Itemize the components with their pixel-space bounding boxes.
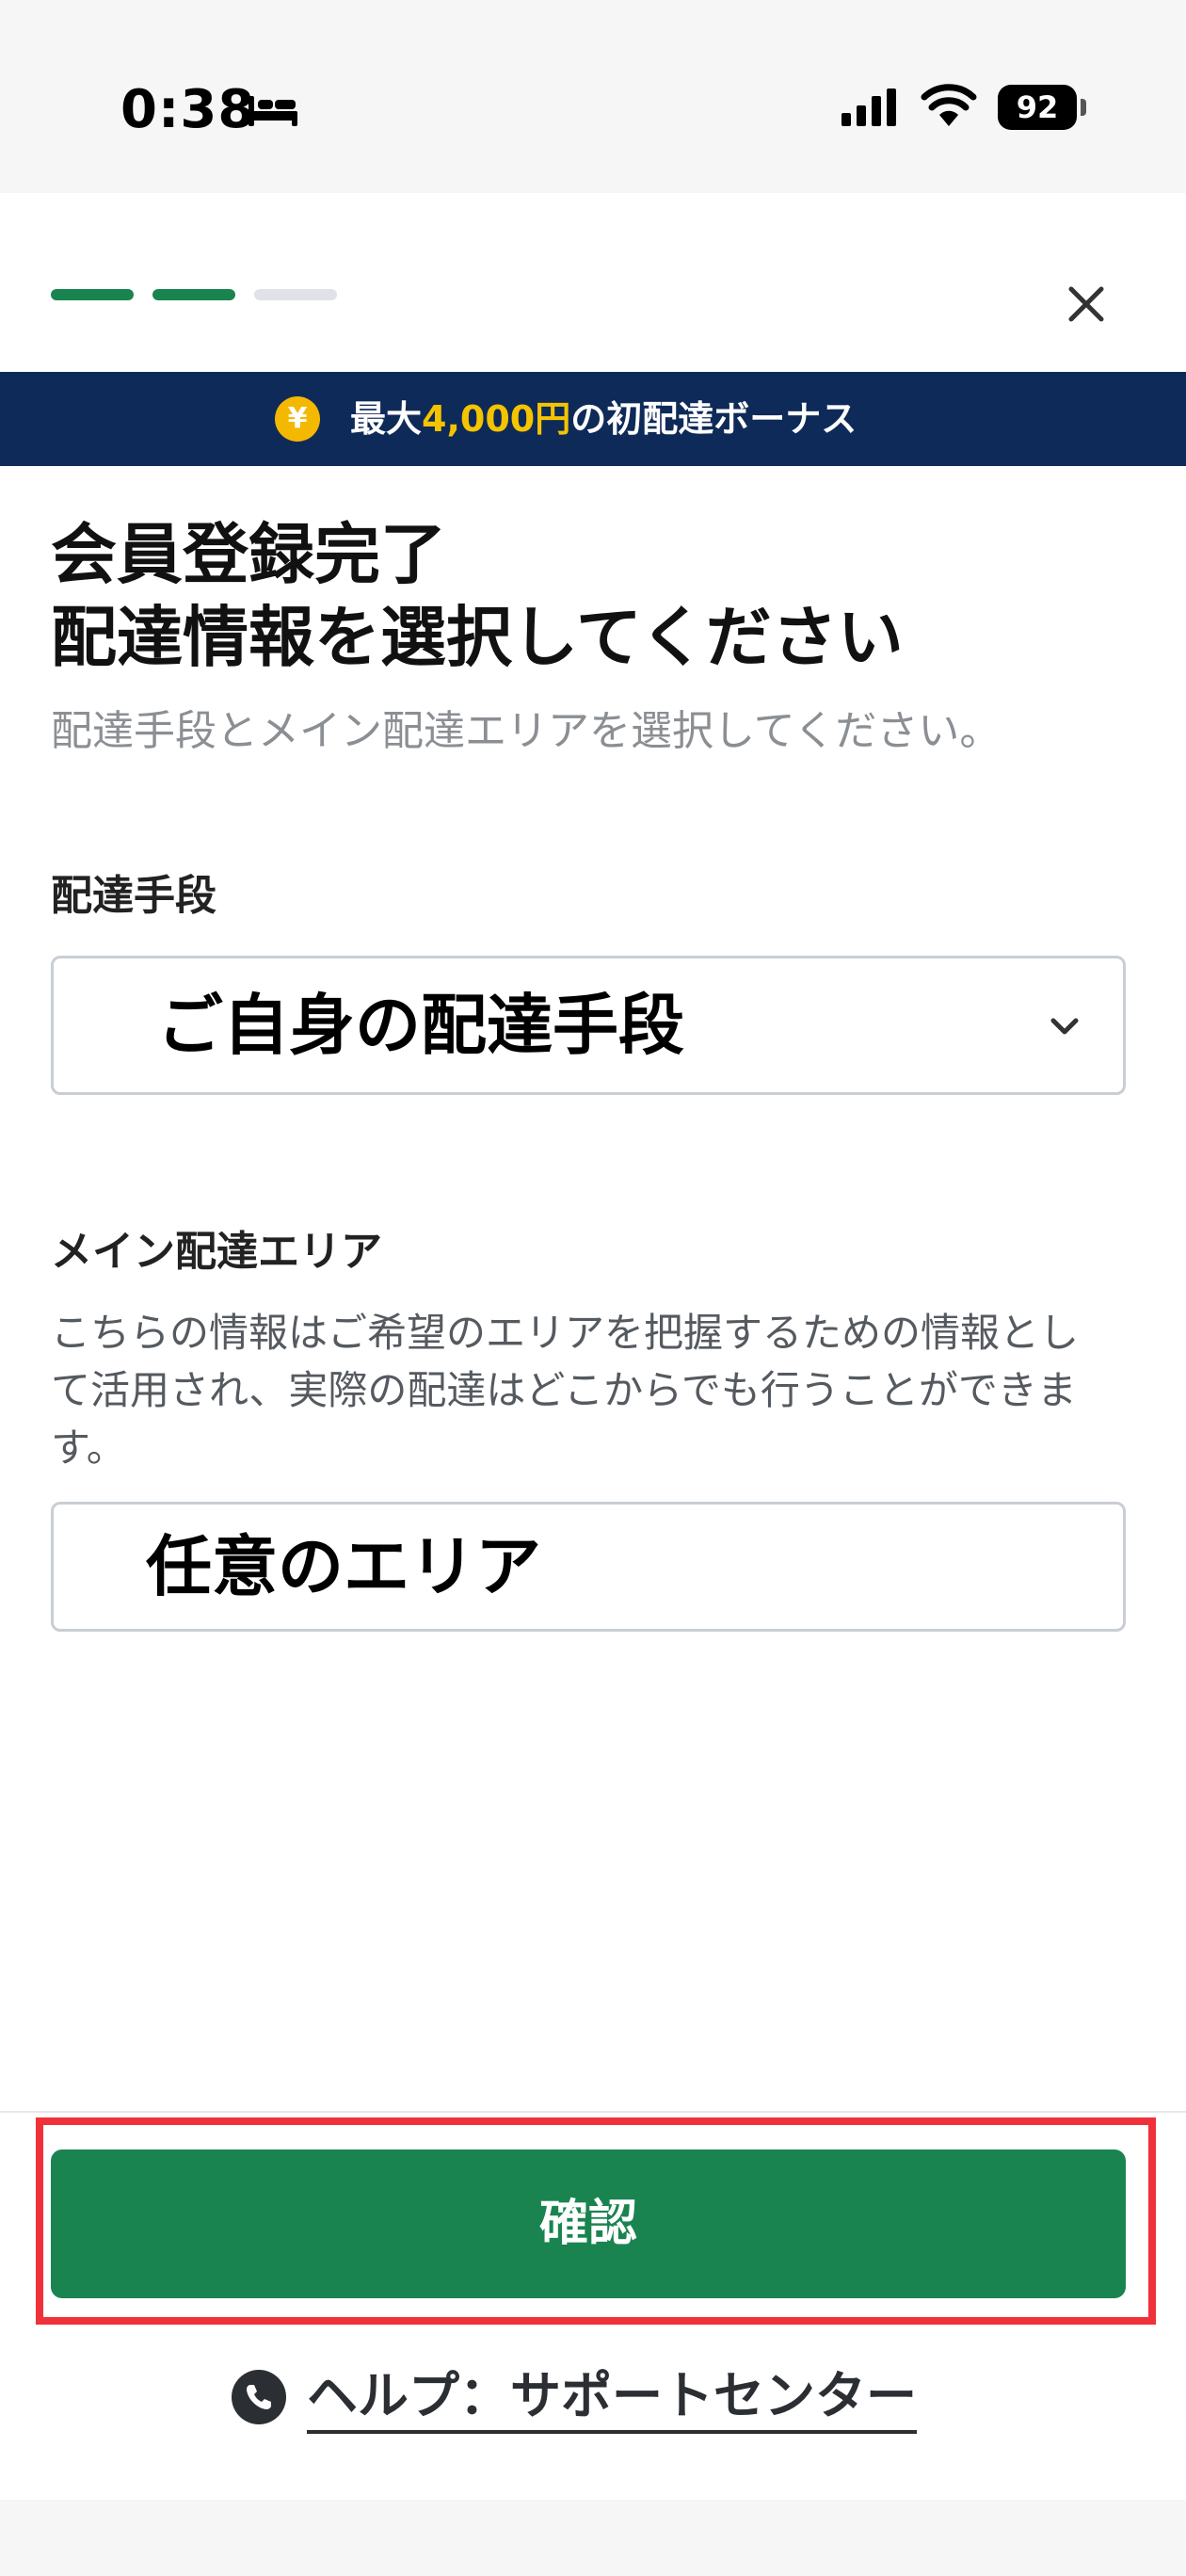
chevron-down-icon <box>1050 1018 1079 1035</box>
battery-icon: 92 <box>998 85 1086 130</box>
confirm-button[interactable]: 確認 <box>51 2149 1126 2298</box>
status-time: 0:38 <box>120 79 256 140</box>
page-title: 会員登録完了 配達情報を選択してください <box>51 513 904 679</box>
status-bar: 0:38 92 <box>0 0 1186 193</box>
bonus-banner[interactable]: ¥ 最大4,000円の初配達ボーナス <box>0 372 1186 466</box>
banner-suffix: の初配達ボーナス <box>570 398 857 440</box>
signal-icon <box>841 89 896 126</box>
page-subtitle: 配達手段とメイン配達エリアを選択してください。 <box>51 707 1002 755</box>
main-area-description: こちらの情報はご希望のエリアを把握するための情報として活用され、実際の配達はどこ… <box>51 1310 1080 1471</box>
main-area-value: 任意のエリア <box>146 1528 541 1605</box>
battery-tip <box>1081 99 1086 116</box>
banner-prefix: 最大 <box>350 398 423 440</box>
screen: 0:38 92 ¥ 最大4,000円の初配達ボーナス 会員登録完了 配達情報を選… <box>0 0 1186 2576</box>
close-icon[interactable] <box>1058 276 1114 332</box>
progress-step-3 <box>254 289 337 300</box>
title-line-1: 会員登録完了 <box>51 516 446 593</box>
help-link-text[interactable]: ヘルプ：サポートセンター <box>307 2359 917 2434</box>
progress-step-1 <box>51 289 134 300</box>
phone-icon <box>232 2370 286 2424</box>
main-area-label: メイン配達エリア <box>51 1228 382 1276</box>
registration-sheet: ¥ 最大4,000円の初配達ボーナス 会員登録完了 配達情報を選択してください … <box>0 193 1186 2500</box>
delivery-method-value: ご自身の配達手段 <box>157 987 684 1064</box>
bed-icon <box>248 96 297 126</box>
delivery-method-label: 配達手段 <box>51 872 216 920</box>
yen-icon: ¥ <box>275 396 320 442</box>
wifi-icon <box>921 84 977 126</box>
title-line-2: 配達情報を選択してください <box>51 599 904 676</box>
main-area-field[interactable]: 任意のエリア <box>51 1502 1126 1632</box>
footer-divider <box>0 2111 1186 2113</box>
delivery-method-select[interactable]: ご自身の配達手段 <box>51 956 1126 1095</box>
progress-step-2 <box>152 289 235 300</box>
battery-level: 92 <box>998 85 1077 130</box>
banner-text: 最大4,000円の初配達ボーナス <box>350 372 857 466</box>
banner-amount: 4,000円 <box>422 398 571 440</box>
